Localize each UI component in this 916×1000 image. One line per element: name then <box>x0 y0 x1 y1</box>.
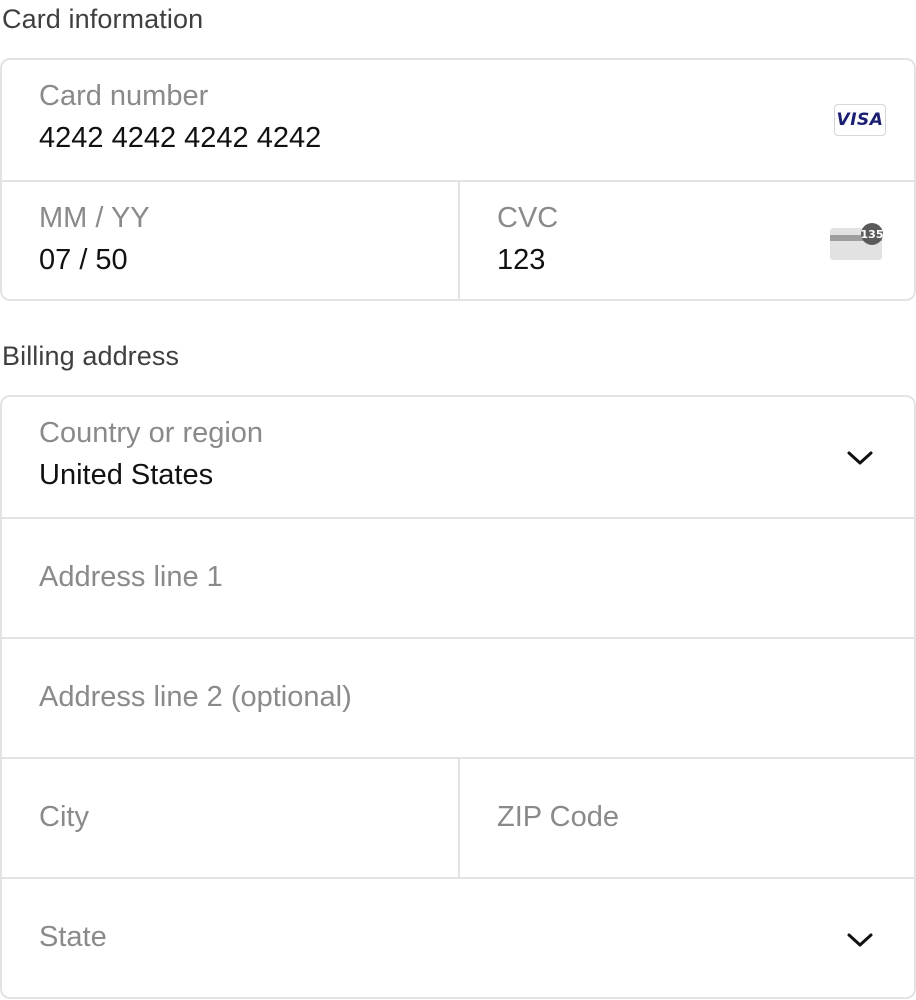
state-cell[interactable]: State <box>2 879 914 997</box>
cvc-input[interactable]: 123 <box>497 244 545 277</box>
card-number-cell[interactable]: Card number 4242 4242 4242 4242 VISA <box>2 60 914 180</box>
expiry-label: MM / YY <box>39 202 150 234</box>
expiry-input[interactable]: 07 / 50 <box>39 244 128 277</box>
chevron-down-icon[interactable] <box>846 931 874 949</box>
billing-address-heading: Billing address <box>2 341 180 371</box>
address-line1-field[interactable]: Address line 1 <box>2 517 914 637</box>
city-zip-row: City ZIP Code <box>2 757 914 877</box>
city-input[interactable]: City <box>39 801 89 834</box>
zip-field[interactable]: ZIP Code <box>458 759 914 877</box>
state-select[interactable]: State <box>2 877 914 997</box>
address-line1-input[interactable]: Address line 1 <box>39 561 223 594</box>
country-value[interactable]: United States <box>39 459 213 492</box>
zip-input[interactable]: ZIP Code <box>497 801 619 834</box>
state-input[interactable]: State <box>39 921 107 954</box>
address-line2-cell[interactable]: Address line 2 (optional) <box>2 639 914 757</box>
city-field[interactable]: City <box>2 759 458 877</box>
billing-address-group: Country or region United States Address … <box>0 395 916 999</box>
cvc-field[interactable]: CVC 123 135 <box>458 182 914 299</box>
address-line2-input[interactable]: Address line 2 (optional) <box>39 681 352 714</box>
card-information-group: Card number 4242 4242 4242 4242 VISA MM … <box>0 58 916 301</box>
card-number-input[interactable]: 4242 4242 4242 4242 <box>39 122 321 155</box>
cvc-icon-hint: 135 <box>861 228 884 241</box>
card-number-label: Card number <box>39 80 209 112</box>
address-line2-field[interactable]: Address line 2 (optional) <box>2 637 914 757</box>
card-information-heading: Card information <box>2 4 204 34</box>
visa-icon: VISA <box>834 104 886 136</box>
address-line1-cell[interactable]: Address line 1 <box>2 519 914 637</box>
country-cell[interactable]: Country or region United States <box>2 397 914 517</box>
expiry-cvc-row: MM / YY 07 / 50 CVC 123 135 <box>2 180 914 299</box>
card-number-field[interactable]: Card number 4242 4242 4242 4242 VISA <box>2 60 914 180</box>
chevron-down-icon[interactable] <box>846 449 874 467</box>
cvc-label: CVC <box>497 202 559 234</box>
country-label: Country or region <box>39 417 264 449</box>
country-select[interactable]: Country or region United States <box>2 397 914 517</box>
card-cvc-icon: 135 <box>830 223 884 260</box>
expiry-field[interactable]: MM / YY 07 / 50 <box>2 182 458 299</box>
